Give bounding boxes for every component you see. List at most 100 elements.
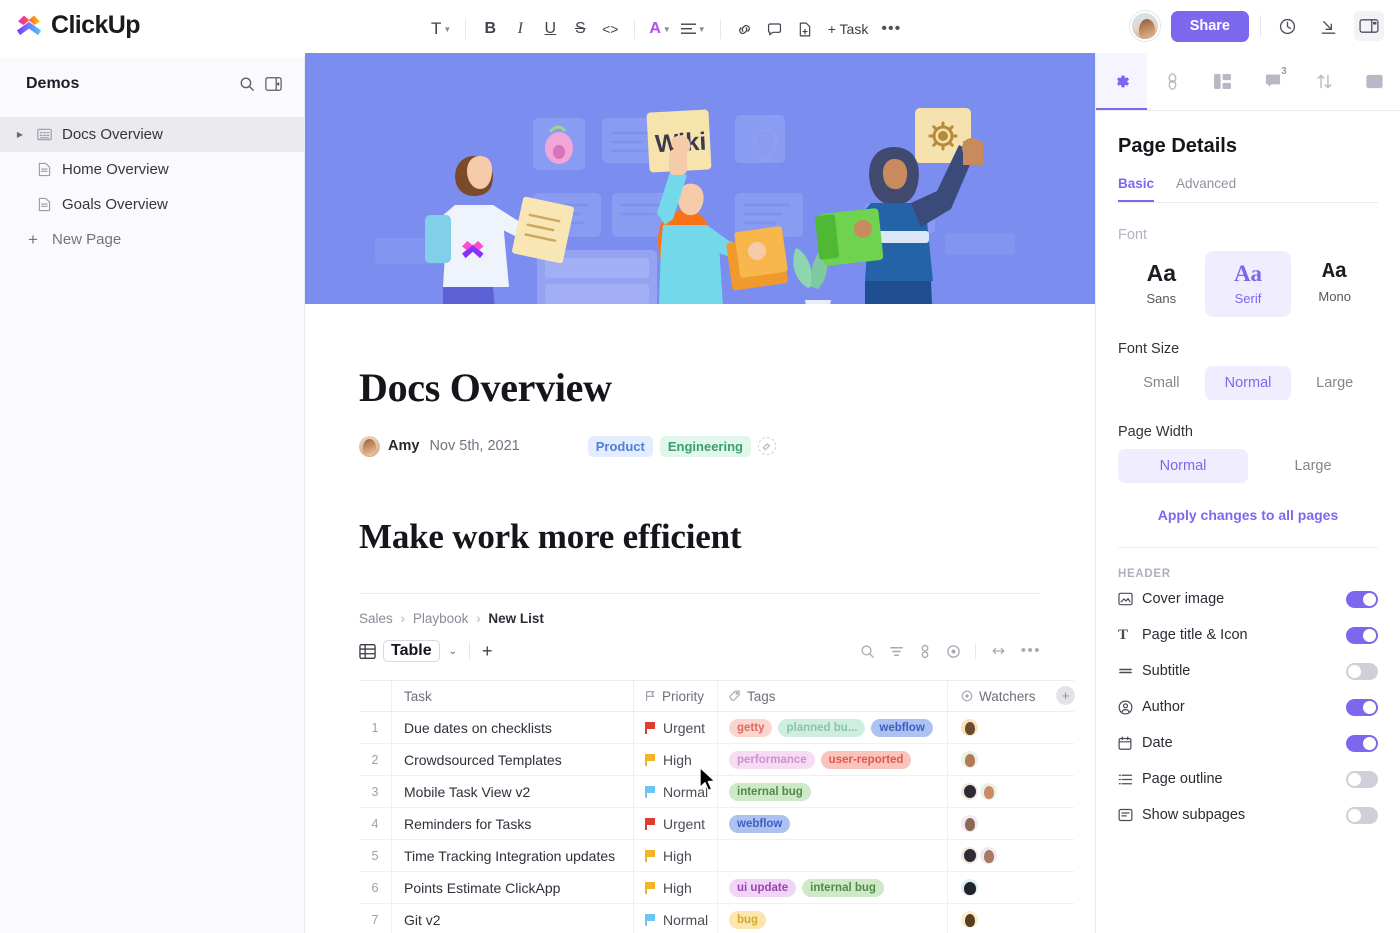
- task-tags[interactable]: bug: [717, 904, 947, 933]
- avatar[interactable]: [961, 911, 978, 928]
- task-tags[interactable]: ui update internal bug: [717, 872, 947, 903]
- sidebar-item-home-overview[interactable]: Home Overview: [0, 152, 304, 187]
- eye-icon[interactable]: [946, 644, 961, 659]
- task-tags[interactable]: internal bug: [717, 776, 947, 807]
- font-size-small[interactable]: Small: [1118, 366, 1205, 400]
- page-width-normal[interactable]: Normal: [1118, 449, 1248, 484]
- tag[interactable]: internal bug: [729, 782, 811, 801]
- tab-comments[interactable]: 3: [1248, 53, 1299, 110]
- task-tags[interactable]: [717, 840, 947, 871]
- strikethrough-button[interactable]: S: [565, 13, 595, 45]
- toggle-page-outline[interactable]: [1346, 770, 1378, 788]
- table-row[interactable]: 7 Git v2 Normal bug: [359, 904, 1074, 933]
- task-tags[interactable]: getty planned bu... webflow: [717, 712, 947, 743]
- task-name[interactable]: Time Tracking Integration updates: [391, 840, 633, 871]
- toolbar-more-button[interactable]: •••: [876, 13, 906, 45]
- tag[interactable]: performance: [729, 750, 815, 769]
- toggle-row-subtitle[interactable]: Subtitle: [1118, 654, 1378, 688]
- toggle-row-date[interactable]: Date: [1118, 726, 1378, 760]
- table-row[interactable]: 5 Time Tracking Integration updates High: [359, 840, 1074, 872]
- clickup-logo[interactable]: ClickUp: [14, 10, 140, 40]
- author-avatar[interactable]: [359, 435, 380, 457]
- filter-icon[interactable]: [889, 644, 904, 659]
- section-heading[interactable]: Make work more efficient: [359, 517, 1041, 557]
- tag[interactable]: getty: [729, 718, 773, 737]
- tag[interactable]: ui update: [729, 878, 797, 897]
- column-header-task[interactable]: Task: [391, 681, 633, 711]
- add-task-button[interactable]: + Task: [820, 13, 877, 45]
- task-priority[interactable]: Urgent: [633, 712, 717, 743]
- tag[interactable]: webflow: [871, 718, 933, 737]
- avatar[interactable]: [980, 847, 997, 864]
- panel-toggle-icon[interactable]: [1354, 11, 1384, 42]
- history-icon[interactable]: [1272, 11, 1302, 41]
- task-watchers[interactable]: [947, 904, 1074, 933]
- table-row[interactable]: 6 Points Estimate ClickApp High ui updat…: [359, 872, 1074, 904]
- toggle-subtitle[interactable]: [1346, 662, 1378, 680]
- task-watchers[interactable]: [947, 808, 1074, 839]
- font-size-normal[interactable]: Normal: [1204, 366, 1292, 401]
- task-watchers[interactable]: [947, 744, 1074, 775]
- page-width-large[interactable]: Large: [1248, 449, 1378, 483]
- group-icon[interactable]: [918, 644, 932, 659]
- tag[interactable]: webflow: [729, 814, 791, 833]
- avatar[interactable]: [961, 751, 978, 768]
- tag-engineering[interactable]: Engineering: [659, 435, 751, 457]
- toggle-row-page-outline[interactable]: Page outline: [1118, 762, 1378, 796]
- tag[interactable]: planned bu...: [778, 718, 866, 737]
- task-name[interactable]: Mobile Task View v2: [391, 776, 633, 807]
- underline-button[interactable]: U: [535, 13, 565, 45]
- avatar[interactable]: [961, 847, 978, 864]
- text-color-button[interactable]: A ▼: [644, 13, 675, 45]
- task-watchers[interactable]: [947, 840, 1074, 871]
- view-name-selector[interactable]: Table: [383, 640, 440, 662]
- tab-settings[interactable]: [1096, 53, 1147, 110]
- avatar[interactable]: [961, 815, 978, 832]
- breadcrumb-sales[interactable]: Sales: [359, 611, 393, 626]
- italic-button[interactable]: I: [505, 13, 535, 45]
- sidebar-item-docs-overview[interactable]: ▶ Docs Overview: [0, 117, 304, 152]
- search-icon[interactable]: [234, 71, 260, 97]
- table-row[interactable]: 4 Reminders for Tasks Urgent webflow: [359, 808, 1074, 840]
- task-priority[interactable]: Urgent: [633, 808, 717, 839]
- font-option-serif[interactable]: Aa Serif: [1204, 251, 1292, 318]
- toggle-row-show-subpages[interactable]: Show subpages: [1118, 798, 1378, 832]
- breadcrumb-playbook[interactable]: Playbook: [413, 611, 469, 626]
- new-page-button[interactable]: + New Page: [0, 222, 304, 257]
- apply-changes-link[interactable]: Apply changes to all pages: [1118, 507, 1378, 523]
- tab-templates[interactable]: [1197, 53, 1248, 110]
- table-row[interactable]: 2 Crowdsourced Templates High performanc…: [359, 744, 1074, 776]
- toggle-cover-image[interactable]: [1346, 590, 1378, 608]
- column-header-priority[interactable]: Priority: [633, 681, 717, 711]
- toggle-row-author[interactable]: Author: [1118, 690, 1378, 724]
- download-icon[interactable]: [1313, 11, 1343, 41]
- add-tag-icon[interactable]: [757, 437, 776, 455]
- share-button[interactable]: Share: [1170, 11, 1249, 42]
- expand-icon[interactable]: [990, 645, 1007, 657]
- avatar[interactable]: [961, 879, 978, 896]
- task-priority[interactable]: Normal: [633, 776, 717, 807]
- task-tags[interactable]: performance user-reported: [717, 744, 947, 775]
- task-name[interactable]: Git v2: [391, 904, 633, 933]
- column-header-tags[interactable]: Tags: [717, 681, 947, 711]
- avatar[interactable]: [961, 719, 978, 736]
- tag[interactable]: internal bug: [802, 878, 884, 897]
- toggle-row-cover-image[interactable]: Cover image: [1118, 582, 1378, 616]
- task-watchers[interactable]: [947, 712, 1074, 743]
- chevron-right-icon[interactable]: ▶: [14, 130, 26, 139]
- font-size-large[interactable]: Large: [1291, 366, 1378, 400]
- subtab-advanced[interactable]: Advanced: [1176, 176, 1236, 202]
- column-header-watchers[interactable]: Watchers: [947, 681, 1074, 711]
- chevron-down-icon[interactable]: ⌄: [449, 646, 457, 657]
- toggle-page-title[interactable]: [1346, 626, 1378, 644]
- task-name[interactable]: Due dates on checklists: [391, 712, 633, 743]
- add-column-button[interactable]: +: [1056, 686, 1075, 705]
- insert-page-button[interactable]: [790, 13, 820, 45]
- document-date[interactable]: Nov 5th, 2021: [429, 438, 519, 454]
- avatar[interactable]: [1129, 11, 1160, 42]
- tag[interactable]: bug: [729, 910, 767, 929]
- tab-history[interactable]: [1299, 53, 1350, 110]
- task-priority[interactable]: High: [633, 840, 717, 871]
- task-name[interactable]: Reminders for Tasks: [391, 808, 633, 839]
- link-button[interactable]: [730, 13, 760, 45]
